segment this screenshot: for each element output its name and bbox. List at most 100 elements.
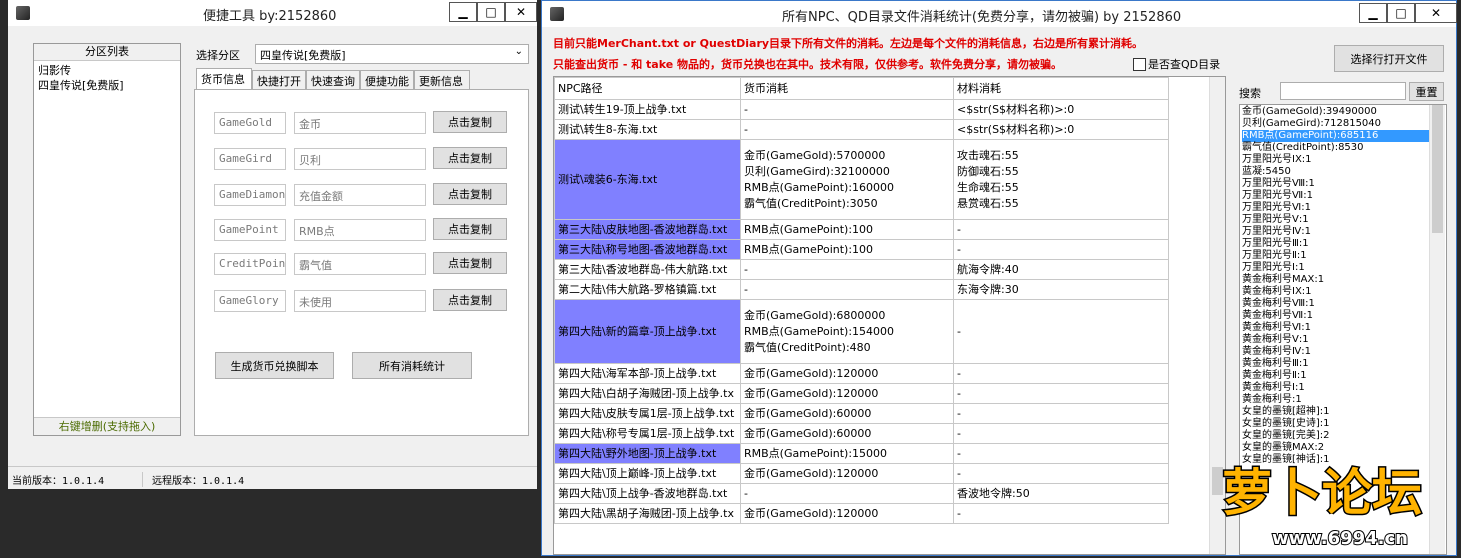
summary-item[interactable]: RMB点(GamePoint):685116 [1242, 130, 1444, 142]
table-row[interactable]: 测试\转生19-顶上战争.txt - <$str(S$材料名称)>:0 [554, 99, 1169, 120]
minimize-button[interactable]: ▁ [1359, 3, 1387, 23]
summary-item[interactable]: 万里阳光号Ⅴ:1 [1242, 214, 1444, 226]
copy-button[interactable]: 点击复制 [433, 252, 507, 274]
close-button[interactable]: ✕ [505, 2, 537, 22]
currency-key-field[interactable]: GameDiamond [214, 184, 286, 206]
tab-currency-info[interactable]: 货币信息 [196, 68, 252, 89]
summary-item[interactable]: 霸气值(CreditPoint):8530 [1242, 142, 1444, 154]
currency-key-field[interactable]: GameGold [214, 112, 286, 134]
npc-path-cell[interactable]: 第四大陆\野外地图-顶上战争.txt [554, 443, 741, 464]
tab-quick-open[interactable]: 快捷打开 [252, 70, 306, 89]
summary-item[interactable]: 黄金梅利号Ⅱ:1 [1242, 370, 1444, 382]
search-input[interactable] [1280, 82, 1406, 100]
currency-cost-cell[interactable]: - [740, 279, 954, 300]
table-row[interactable]: 第四大陆\皮肤专属1层-顶上战争.txt 金币(GameGold):60000 - [554, 403, 1169, 424]
table-row[interactable]: 第三大陆\香波地群岛-伟大航路.txt - 航海令牌:40 [554, 259, 1169, 280]
copy-button[interactable]: 点击复制 [433, 218, 507, 240]
summary-item[interactable]: 贝利(GameGird):712815040 [1242, 118, 1444, 130]
summary-item[interactable]: 万里阳光号Ⅶ:1 [1242, 190, 1444, 202]
copy-button[interactable]: 点击复制 [433, 111, 507, 133]
currency-cost-cell[interactable]: - [740, 483, 954, 504]
currency-cost-cell[interactable]: 金币(GameGold):5700000 贝利(GameGird):3210000… [740, 139, 954, 220]
summary-item[interactable]: 黄金梅利号Ⅶ:1 [1242, 310, 1444, 322]
npc-path-cell[interactable]: 第三大陆\称号地图-香波地群岛.txt [554, 239, 741, 260]
summary-list[interactable]: 金币(GameGold):39490000 贝利(GameGird):712815… [1240, 105, 1446, 467]
summary-item[interactable]: 万里阳光号Ⅱ:1 [1242, 250, 1444, 262]
npc-path-cell[interactable]: 第四大陆\顶上巅峰-顶上战争.txt [554, 463, 741, 484]
summary-item[interactable]: 万里阳光号Ⅷ:1 [1242, 178, 1444, 190]
maximize-button[interactable]: □ [1387, 3, 1415, 23]
column-header[interactable]: NPC路径 [554, 77, 741, 100]
currency-name-field[interactable]: 金币 [294, 112, 426, 134]
generate-script-button[interactable]: 生成货币兑换脚本 [215, 352, 334, 379]
table-row[interactable]: 第四大陆\黑胡子海贼团-顶上战争.tx 金币(GameGold):120000 - [554, 503, 1169, 524]
npc-path-cell[interactable]: 第四大陆\顶上战争-香波地群岛.txt [554, 483, 741, 504]
close-button[interactable]: ✕ [1415, 3, 1457, 23]
material-cost-cell[interactable]: 攻击魂石:55 防御魂石:55 生命魂石:55 悬赏魂石:55 [953, 139, 1169, 220]
scroll-thumb[interactable] [1432, 105, 1443, 233]
table-row[interactable]: 第四大陆\顶上战争-香波地群岛.txt - 香波地令牌:50 [554, 483, 1169, 504]
material-cost-cell[interactable]: <$str(S$材料名称)>:0 [953, 119, 1169, 140]
table-row[interactable]: 第四大陆\白胡子海贼团-顶上战争.tx 金币(GameGold):120000 - [554, 383, 1169, 404]
currency-cost-cell[interactable]: 金币(GameGold):120000 [740, 383, 954, 404]
material-cost-cell[interactable]: - [953, 363, 1169, 384]
summary-item[interactable]: 黄金梅利号MAX:1 [1242, 274, 1444, 286]
material-cost-cell[interactable]: - [953, 299, 1169, 364]
copy-button[interactable]: 点击复制 [433, 183, 507, 205]
currency-name-field[interactable]: 充值金额 [294, 184, 426, 206]
material-cost-cell[interactable]: <$str(S$材料名称)>:0 [953, 99, 1169, 120]
npc-path-cell[interactable]: 测试\转生19-顶上战争.txt [554, 99, 741, 120]
currency-key-field[interactable]: CreditPoint [214, 253, 286, 275]
summary-item[interactable]: 女皇的墨镜[史诗]:1 [1242, 418, 1444, 430]
currency-key-field[interactable]: GamePoint [214, 219, 286, 241]
table-row[interactable]: 第三大陆\称号地图-香波地群岛.txt RMB点(GamePoint):100 - [554, 239, 1169, 260]
currency-cost-cell[interactable]: - [740, 259, 954, 280]
column-header[interactable]: 货币消耗 [740, 77, 954, 100]
currency-key-field[interactable]: GameGlory [214, 290, 286, 312]
material-cost-cell[interactable]: - [953, 239, 1169, 260]
table-row[interactable]: 第四大陆\野外地图-顶上战争.txt RMB点(GamePoint):15000 - [554, 443, 1169, 464]
currency-cost-cell[interactable]: 金币(GameGold):60000 [740, 403, 954, 424]
summary-item[interactable]: 万里阳光号Ⅲ:1 [1242, 238, 1444, 250]
npc-path-cell[interactable]: 第二大陆\伟大航路-罗格镇篇.txt [554, 279, 741, 300]
currency-cost-cell[interactable]: - [740, 99, 954, 120]
summary-item[interactable]: 黄金梅利号Ⅲ:1 [1242, 358, 1444, 370]
npc-path-cell[interactable]: 第三大陆\香波地群岛-伟大航路.txt [554, 259, 741, 280]
summary-item[interactable]: 万里阳光号Ⅳ:1 [1242, 226, 1444, 238]
material-cost-cell[interactable]: 东海令牌:30 [953, 279, 1169, 300]
material-cost-cell[interactable]: - [953, 403, 1169, 424]
currency-name-field[interactable]: 未使用 [294, 290, 426, 312]
summary-item[interactable]: 黄金梅利号Ⅵ:1 [1242, 322, 1444, 334]
summary-item[interactable]: 黄金梅利号Ⅰ:1 [1242, 382, 1444, 394]
partition-item[interactable]: 归影传 [38, 63, 176, 78]
column-header[interactable]: 材料消耗 [953, 77, 1169, 100]
material-cost-cell[interactable]: - [953, 423, 1169, 444]
currency-cost-cell[interactable]: 金币(GameGold):60000 [740, 423, 954, 444]
material-cost-cell[interactable]: - [953, 443, 1169, 464]
maximize-button[interactable]: □ [477, 2, 505, 22]
tab-quick-query[interactable]: 快速查询 [306, 70, 360, 89]
currency-cost-cell[interactable]: 金币(GameGold):6800000 RMB点(GamePoint):1540… [740, 299, 954, 364]
qd-checkbox[interactable] [1133, 58, 1146, 71]
summary-item[interactable]: 女皇的墨镜[超神]:1 [1242, 406, 1444, 418]
partition-list[interactable]: 归影传 四皇传说[免费版] [34, 61, 180, 95]
currency-key-field[interactable]: GameGird [214, 148, 286, 170]
currency-cost-cell[interactable]: 金币(GameGold):120000 [740, 463, 954, 484]
material-cost-cell[interactable]: 航海令牌:40 [953, 259, 1169, 280]
currency-cost-cell[interactable]: RMB点(GamePoint):15000 [740, 443, 954, 464]
summary-item[interactable]: 黄金梅利号Ⅳ:1 [1242, 346, 1444, 358]
npc-path-cell[interactable]: 第四大陆\称号专属1层-顶上战争.txt [554, 423, 741, 444]
material-cost-cell[interactable]: - [953, 463, 1169, 484]
summary-item[interactable]: 黄金梅利号Ⅷ:1 [1242, 298, 1444, 310]
partition-select[interactable]: 四皇传说[免费版] ⌄ [255, 44, 529, 64]
npc-path-cell[interactable]: 第四大陆\皮肤专属1层-顶上战争.txt [554, 403, 741, 424]
material-cost-cell[interactable]: - [953, 383, 1169, 404]
summary-item[interactable]: 蓝凝:5450 [1242, 166, 1444, 178]
summary-item[interactable]: 黄金梅利号Ⅴ:1 [1242, 334, 1444, 346]
currency-cost-cell[interactable]: - [740, 119, 954, 140]
currency-name-field[interactable]: 霸气值 [294, 253, 426, 275]
tab-convenience[interactable]: 便捷功能 [360, 70, 414, 89]
currency-cost-cell[interactable]: 金币(GameGold):120000 [740, 363, 954, 384]
reset-button[interactable]: 重置 [1409, 82, 1444, 101]
table-row[interactable]: 第二大陆\伟大航路-罗格镇篇.txt - 东海令牌:30 [554, 279, 1169, 300]
